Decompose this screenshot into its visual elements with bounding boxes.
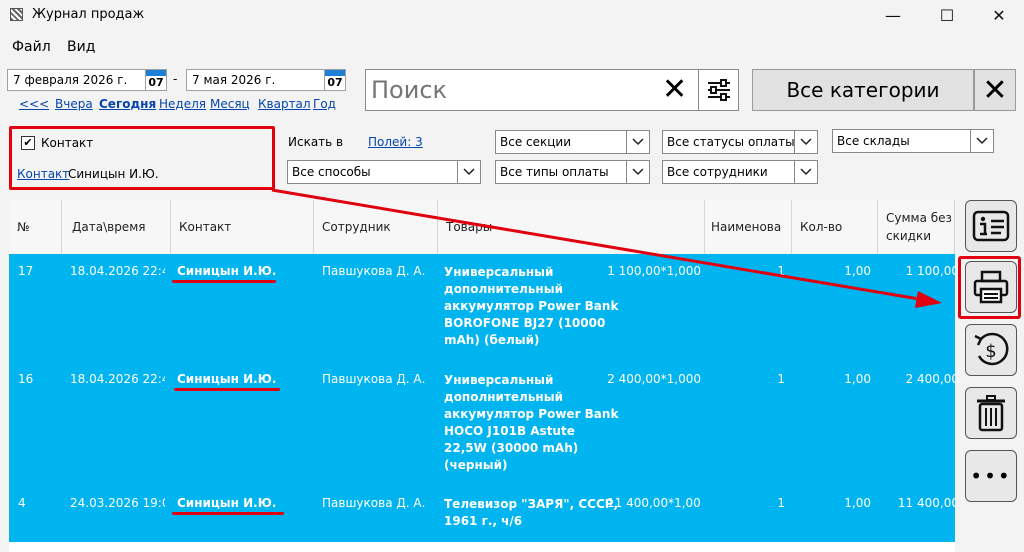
annotation-arrow bbox=[271, 188, 942, 308]
